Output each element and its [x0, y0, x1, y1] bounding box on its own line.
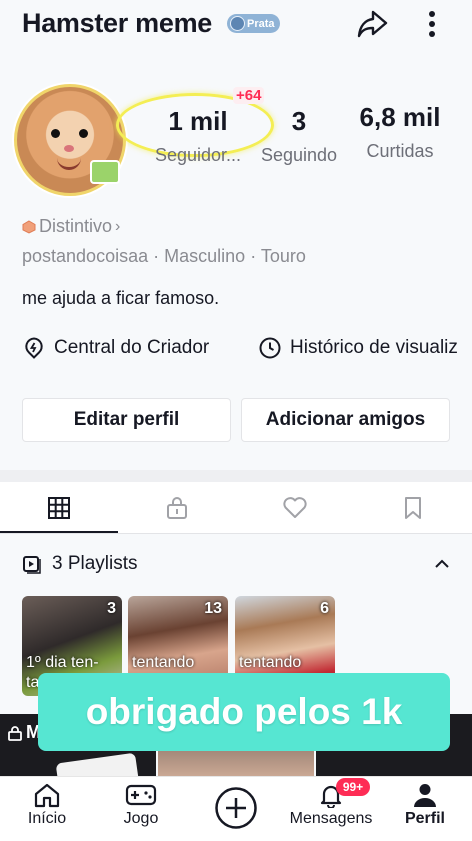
playlist-count: 6 — [320, 600, 329, 617]
nav-home[interactable]: Início — [0, 782, 94, 838]
profile-gender: Masculino — [164, 246, 246, 266]
clock-icon — [259, 337, 281, 359]
home-icon — [34, 783, 60, 808]
playlist-count: 13 — [204, 600, 222, 617]
tabs-border — [0, 533, 472, 534]
create-button[interactable] — [213, 785, 259, 831]
lightbulb-icon — [25, 337, 43, 359]
lock-icon — [8, 725, 22, 741]
plus-circle-icon — [215, 787, 257, 829]
badge-icon — [22, 219, 36, 234]
nav-game[interactable]: Jogo — [94, 782, 188, 838]
tier-badge[interactable]: Prata — [227, 14, 280, 33]
creator-center-link[interactable]: Central do Criador — [22, 336, 209, 360]
nav-home-label: Início — [27, 810, 67, 827]
history-label: Histórico de visualiz — [290, 337, 458, 358]
history-link[interactable]: Histórico de visualiz — [258, 336, 458, 360]
nav-game-label: Jogo — [123, 810, 159, 827]
bookmark-icon — [405, 497, 421, 519]
playlist-count: 3 — [107, 600, 116, 617]
heart-icon — [283, 497, 307, 518]
followers-stat[interactable]: 1 mil Seguidor... — [136, 106, 260, 166]
playlists-header[interactable]: 3 Playlists — [22, 553, 138, 575]
tab-liked[interactable] — [236, 482, 354, 534]
gamepad-icon — [125, 784, 157, 806]
nav-profile[interactable]: Perfil — [378, 782, 472, 838]
share-icon[interactable] — [352, 6, 392, 42]
tab-private[interactable] — [118, 482, 236, 534]
profile-sign: Touro — [260, 246, 306, 266]
new-followers-badge: +64 — [233, 87, 265, 104]
active-tab-indicator — [0, 531, 118, 533]
badge-label: Distintivo — [39, 216, 113, 236]
more-options-icon[interactable] — [416, 6, 448, 42]
creator-center-label: Central do Criador — [54, 337, 210, 358]
following-label: Seguindo — [260, 145, 338, 165]
playlists-label: 3 Playlists — [52, 553, 138, 574]
add-friends-button[interactable]: Adicionar amigos — [241, 398, 450, 442]
video-caption-overlay: obrigado pelos 1k — [38, 673, 450, 751]
following-count: 3 — [291, 106, 307, 136]
playlist-title: tentando — [132, 654, 195, 671]
followers-label: Seguidor... — [154, 145, 242, 165]
likes-count: 6,8 mil — [359, 102, 441, 132]
following-stat[interactable]: 3 Seguindo — [252, 106, 346, 166]
edit-profile-button[interactable]: Editar perfil — [22, 398, 231, 442]
grid-icon — [48, 497, 70, 519]
playlist-title: 1º dia ten- — [26, 654, 99, 671]
person-icon — [414, 784, 436, 807]
section-divider — [0, 470, 472, 482]
badge-link[interactable]: Distintivo › — [22, 216, 120, 237]
chevron-right-icon: › — [115, 217, 121, 235]
playlist-title: tentando — [239, 654, 302, 671]
tab-videos[interactable] — [0, 482, 118, 534]
nav-messages-label: Mensagens — [289, 810, 373, 827]
messages-badge: 99+ — [336, 778, 370, 796]
nav-profile-label: Perfil — [404, 810, 445, 827]
likes-stat[interactable]: 6,8 mil Curtidas — [348, 102, 452, 162]
profile-handle: postandocoisaa — [22, 246, 149, 266]
lock-icon — [167, 497, 187, 519]
profile-username: Hamster meme — [22, 8, 213, 38]
playlist-icon — [23, 556, 41, 574]
profile-info-line: postandocoisaa · Masculino · Touro — [22, 246, 306, 266]
tier-badge-icon — [230, 16, 245, 31]
tier-badge-label: Prata — [247, 17, 275, 30]
gift-icon[interactable] — [90, 160, 120, 184]
followers-count: 1 mil — [168, 106, 228, 136]
likes-label: Curtidas — [366, 141, 434, 161]
profile-bio: me ajuda a ficar famoso. — [22, 288, 220, 308]
chevron-up-icon[interactable] — [430, 552, 454, 576]
tab-saved[interactable] — [354, 482, 472, 534]
